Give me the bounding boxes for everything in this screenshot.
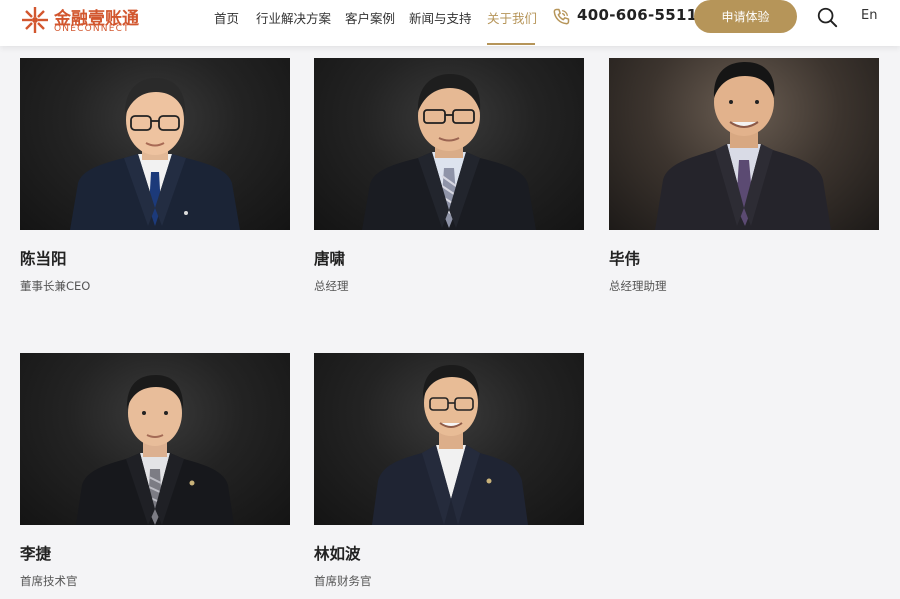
nav-item-cases[interactable]: 客户案例	[345, 8, 395, 27]
logo-subtext: ONECONNECT	[54, 24, 130, 34]
site-header: 金融壹账通 ONECONNECT 首页 行业解决方案 客户案例 新闻与支持 关于…	[0, 0, 900, 46]
executive-title: 首席技术官	[20, 574, 78, 588]
executive-photo	[20, 353, 290, 525]
logo[interactable]: 金融壹账通 ONECONNECT	[20, 3, 150, 37]
executive-title: 总经理助理	[609, 279, 667, 293]
executive-name: 林如波	[314, 545, 361, 563]
phone-number[interactable]: 400-606-5511	[577, 6, 697, 24]
nav-item-home[interactable]: 首页	[214, 8, 239, 27]
apply-trial-button[interactable]: 申请体验	[694, 0, 797, 33]
executive-photo	[20, 58, 290, 230]
executive-photo	[609, 58, 879, 230]
phone-icon	[553, 8, 570, 25]
language-switch[interactable]: En	[861, 8, 877, 23]
executive-name: 陈当阳	[20, 250, 67, 268]
nav-item-news[interactable]: 新闻与支持	[409, 8, 472, 27]
active-nav-indicator	[487, 43, 535, 45]
executive-photo	[314, 353, 584, 525]
search-icon[interactable]	[816, 6, 838, 28]
executive-photo	[314, 58, 584, 230]
oneconnect-logo-icon	[22, 7, 48, 33]
executive-title: 首席财务官	[314, 574, 372, 588]
nav-item-about[interactable]: 关于我们	[487, 8, 537, 27]
executive-name: 李捷	[20, 545, 52, 563]
nav-item-solutions[interactable]: 行业解决方案	[256, 8, 331, 27]
executive-name: 毕伟	[609, 250, 641, 268]
executive-name: 唐啸	[314, 250, 346, 268]
executive-title: 董事长兼CEO	[20, 279, 91, 293]
executive-title: 总经理	[314, 279, 349, 293]
